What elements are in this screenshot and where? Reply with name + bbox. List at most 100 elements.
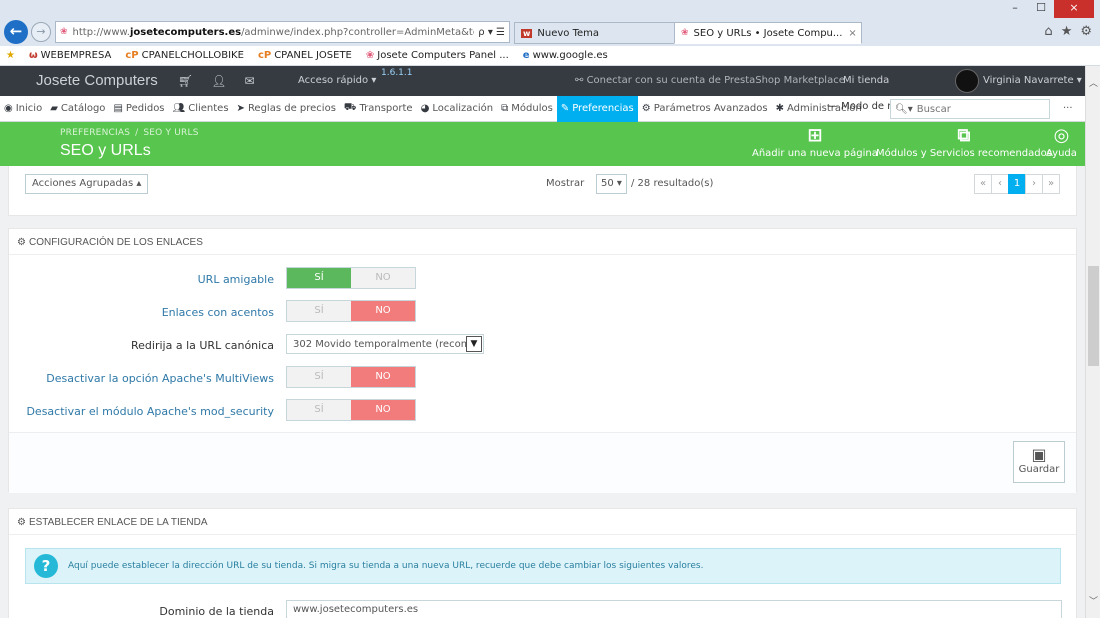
cart-icon[interactable]: 🛒︎	[178, 74, 193, 88]
nav-more-icon[interactable]: ···	[1063, 103, 1073, 114]
accents-switch[interactable]: SÍ NO	[286, 300, 416, 322]
fav-google[interactable]: e www.google.es	[523, 50, 608, 61]
canonical-redirect-select[interactable]: 302 Movido temporalmente (recomer ▼	[286, 334, 484, 354]
page-prev-button[interactable]: ‹	[991, 174, 1009, 194]
puzzle-icon: ⧉	[501, 103, 509, 114]
browser-tools: ⌂ ★ ⚙	[1044, 24, 1092, 39]
settings-gear-icon[interactable]: ⚙	[1080, 24, 1092, 39]
multiviews-yes[interactable]: SÍ	[287, 367, 351, 387]
close-tab-icon[interactable]: ×	[848, 28, 856, 39]
search-input[interactable]	[916, 103, 1037, 115]
page-first-button[interactable]: «	[974, 174, 992, 194]
mod-security-switch[interactable]: SÍ NO	[286, 399, 416, 421]
admin-header: Josete Computers 🛒︎ 👤︎ ✉ Acceso rápido ▾…	[0, 66, 1085, 96]
fav-webempresa[interactable]: ω WEBEMPRESA	[29, 50, 111, 61]
nav-localizacion[interactable]: ◕ Localización	[417, 96, 498, 122]
fav-cpanel-chollobike[interactable]: cP CPANELCHOLLOBIKE	[125, 50, 244, 61]
chevron-down-icon[interactable]: ▼	[466, 336, 482, 352]
breadcrumb: PREFERENCIAS / SEO Y URLS	[60, 128, 199, 138]
scrollbar-thumb[interactable]	[1088, 266, 1099, 366]
maximize-button[interactable]: ☐	[1028, 0, 1054, 18]
globe-icon: ◕	[420, 103, 430, 114]
help-button[interactable]: ◎ Ayuda	[1046, 126, 1077, 160]
nav-catalogo[interactable]: ▰ Catálogo	[46, 96, 109, 122]
panel-footer: ▣ Guardar	[9, 432, 1076, 493]
close-window-button[interactable]: ×	[1054, 0, 1094, 18]
user-menu[interactable]: Virginia Navarrete ▾	[983, 75, 1082, 86]
add-page-button[interactable]: ⊞ Añadir una nueva página	[752, 126, 878, 160]
favorites-star-icon[interactable]: ★	[1061, 24, 1073, 39]
url-friendly-label[interactable]: URL amigable	[198, 273, 274, 286]
scroll-up-icon[interactable]: ︿	[1086, 76, 1100, 89]
mod-security-yes[interactable]: SÍ	[287, 400, 351, 420]
nav-reglas-precios[interactable]: ➤ Reglas de precios	[233, 96, 340, 122]
url-friendly-no[interactable]: NO	[351, 268, 415, 288]
nav-clientes[interactable]: 👥︎ Clientes	[169, 96, 233, 122]
multiviews-label[interactable]: Desactivar la opción Apache's MultiViews	[46, 372, 274, 385]
window-controls: – ☐ ×	[1002, 0, 1094, 20]
bulk-actions-button[interactable]: Acciones Agrupadas ▴	[25, 174, 149, 194]
fav-cpanel-josete[interactable]: cP CPANEL JOSETE	[258, 50, 352, 61]
customer-icon[interactable]: 👤︎	[211, 74, 226, 88]
tab-seo-urls[interactable]: ❀ SEO y URLs • Josete Compu... ×	[674, 22, 862, 44]
users-icon: 👥︎	[172, 103, 186, 114]
recommended-modules-button[interactable]: ⧉ Módulos y Servicios recomendados	[876, 126, 1052, 160]
breadcrumb-preferencias[interactable]: PREFERENCIAS	[60, 128, 130, 138]
browser-toolbar: – ☐ × ← → ❀ http://www.josetecomputers.e…	[0, 0, 1100, 46]
messages-icon[interactable]: ✉	[244, 74, 254, 88]
cogs-icon: ⚙	[17, 517, 26, 528]
shop-brand[interactable]: Josete Computers	[36, 72, 158, 89]
multiviews-switch[interactable]: SÍ NO	[286, 366, 416, 388]
avatar[interactable]	[955, 69, 979, 93]
address-bar[interactable]: ❀ http://www.josetecomputers.es/adminwe/…	[55, 21, 510, 43]
minimize-button[interactable]: –	[1002, 0, 1028, 18]
nav-transporte[interactable]: ⛟ Transporte	[340, 96, 417, 122]
shop-url-panel: ⚙ ESTABLECER ENLACE DE LA TIENDA ? Aquí p…	[8, 508, 1077, 618]
results-count: / 28 resultado(s)	[631, 178, 714, 189]
mod-security-label[interactable]: Desactivar el módulo Apache's mod_securi…	[26, 405, 274, 418]
nav-parametros-avanzados[interactable]: ⚙ Parámetros Avanzados	[638, 96, 772, 122]
multiviews-no[interactable]: NO	[351, 367, 415, 387]
cogs-icon: ⚙	[641, 103, 651, 114]
back-button[interactable]: ←	[4, 20, 28, 44]
save-button[interactable]: ▣ Guardar	[1013, 441, 1065, 483]
page-scrollbar[interactable]: ︿ ﹀	[1085, 66, 1100, 618]
nav-pedidos[interactable]: ▤ Pedidos	[109, 96, 168, 122]
cogs-icon: ⚙	[17, 237, 26, 248]
fav-josete-panel[interactable]: ❀ Josete Computers Panel ...	[366, 50, 509, 61]
scroll-down-icon[interactable]: ﹀	[1086, 594, 1100, 607]
favorites-star-icon[interactable]: ★	[6, 50, 15, 61]
admin-search[interactable]: 🔍︎▾	[890, 99, 1050, 119]
nav-inicio[interactable]: ◉ Inicio	[0, 96, 46, 122]
card-icon: ▤	[113, 103, 123, 114]
dashboard-icon: ◉	[4, 103, 13, 114]
info-alert: ? Aquí puede establecer la dirección URL…	[25, 548, 1061, 584]
url-friendly-yes[interactable]: SÍ	[287, 268, 351, 288]
nav-modulos[interactable]: ⧉ Módulos	[497, 96, 557, 122]
page-next-button[interactable]: ›	[1025, 174, 1043, 194]
tag-icon: ➤	[236, 103, 245, 114]
address-tools-icon[interactable]: ρ ▾ ☰	[478, 27, 505, 38]
accents-label[interactable]: Enlaces con acentos	[162, 306, 274, 319]
accents-no[interactable]: NO	[351, 301, 415, 321]
quick-access-menu[interactable]: Acceso rápido ▾	[298, 75, 376, 86]
per-page-select[interactable]: 50 ▾	[596, 174, 627, 194]
my-store-link[interactable]: Mi tienda	[843, 75, 889, 86]
accents-yes[interactable]: SÍ	[287, 301, 351, 321]
shop-domain-input[interactable]: www.josetecomputers.es	[286, 600, 1062, 618]
tab-nuevo-tema[interactable]: w Nuevo Tema	[514, 22, 676, 44]
forward-button[interactable]: →	[31, 22, 51, 42]
version-badge: 1.6.1.1	[381, 68, 413, 78]
page-last-button[interactable]: »	[1042, 174, 1060, 194]
panel-heading: ⚙ CONFIGURACIÓN DE LOS ENLACES	[9, 229, 1076, 255]
links-config-panel: ⚙ CONFIGURACIÓN DE LOS ENLACES URL amigab…	[8, 228, 1077, 493]
home-icon[interactable]: ⌂	[1044, 24, 1052, 39]
mod-security-no[interactable]: NO	[351, 400, 415, 420]
show-label: Mostrar	[546, 178, 585, 189]
canonical-label: Redirija a la URL canónica	[131, 339, 274, 352]
nav-preferencias[interactable]: ✎ Preferencias	[556, 95, 638, 122]
marketplace-connect-link[interactable]: ⚯ Conectar con su cuenta de PrestaShop M…	[575, 75, 845, 86]
page-1-button[interactable]: 1	[1008, 174, 1026, 194]
search-icon[interactable]: 🔍︎▾	[891, 104, 917, 115]
url-friendly-switch[interactable]: SÍ NO	[286, 267, 416, 289]
